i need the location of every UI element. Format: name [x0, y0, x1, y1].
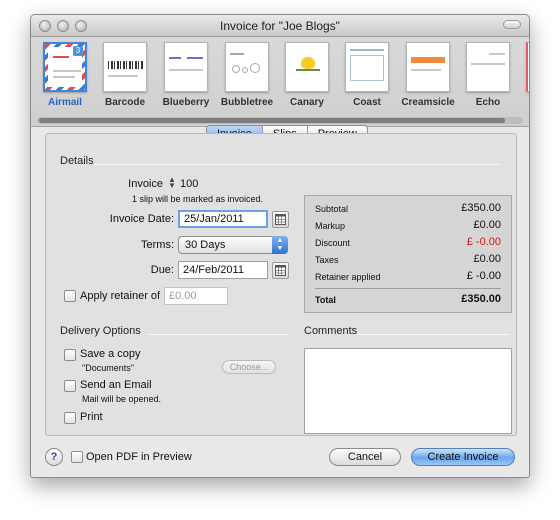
invoice-window: Invoice for "Joe Blogs" 3 Airmail Barcod… [30, 14, 530, 478]
template-blueberry[interactable]: Blueberry [156, 42, 216, 110]
creamsicle-thumbnail [406, 42, 450, 92]
summary-row-subtotal: Subtotal £350.00 [315, 202, 501, 218]
due-date-calendar-button[interactable] [272, 262, 289, 279]
create-invoice-button[interactable]: Create Invoice [411, 448, 515, 466]
coast-thumbnail [345, 42, 389, 92]
echo-thumbnail [466, 42, 510, 92]
invoice-number: 100 [180, 178, 199, 190]
print-checkbox[interactable] [64, 412, 76, 424]
details-heading: Details [60, 155, 94, 167]
template-name: Bubbletree [220, 97, 274, 108]
template-barcode[interactable]: Barcode [95, 42, 155, 110]
blueberry-thumbnail [164, 42, 208, 92]
invoice-label: Invoice [128, 178, 163, 190]
summary-divider [315, 288, 501, 289]
minimize-window-button[interactable] [57, 20, 69, 32]
open-pdf-label: Open PDF in Preview [86, 451, 192, 463]
bubbletree-thumbnail [225, 42, 269, 92]
summary-label: Discount [315, 238, 351, 248]
calendar-icon [275, 214, 286, 225]
total-value: £350.00 [461, 293, 501, 305]
delivery-divider [148, 334, 288, 335]
due-date-field[interactable]: 24/Feb/2011 [178, 261, 268, 279]
slip-note: 1 slip will be marked as invoiced. [132, 194, 264, 204]
summary-row-total: Total £350.00 [315, 293, 501, 309]
template-name: Blueberry [162, 97, 210, 108]
template-coast[interactable]: Coast [337, 42, 397, 110]
summary-value: £ -0.00 [466, 236, 501, 248]
print-label: Print [80, 411, 103, 423]
summary-value: £0.00 [473, 219, 501, 231]
send-email-note: Mail will be opened. [82, 394, 162, 404]
chevron-updown-icon: ▲ ▼ [272, 236, 288, 254]
close-window-button[interactable] [39, 20, 51, 32]
comments-textarea[interactable] [304, 348, 512, 434]
template-bubbletree[interactable]: Bubbletree [217, 42, 277, 110]
summary-row-retainer: Retainer applied £ -0.00 [315, 270, 501, 286]
summary-row-markup: Markup £0.00 [315, 219, 501, 235]
invoice-date-label: Invoice Date: [109, 213, 174, 225]
template-name: Creamsicle [401, 97, 455, 108]
toolbar-toggle-button[interactable] [503, 20, 521, 29]
summary-value: £ -0.00 [466, 270, 501, 282]
template-name: Coast [353, 97, 381, 108]
comments-heading: Comments [304, 325, 358, 337]
template-name: Airmail [48, 97, 82, 108]
due-label: Due: [150, 264, 174, 276]
help-button[interactable]: ? [45, 448, 63, 466]
terms-value: 30 Days [185, 239, 226, 251]
send-email-label: Send an Email [80, 379, 152, 391]
summary-label: Subtotal [315, 204, 349, 214]
summary-label: Retainer applied [315, 272, 381, 282]
delivery-options-heading: Delivery Options [60, 325, 141, 337]
invoice-date-field[interactable]: 25/Jan/2011 [178, 210, 268, 228]
invoice-date-calendar-button[interactable] [272, 211, 289, 228]
open-pdf-checkbox[interactable] [71, 451, 83, 463]
total-label: Total [315, 295, 336, 305]
apply-retainer-label: Apply retainer of [80, 290, 161, 302]
window-title: Invoice for "Joe Blogs" [220, 19, 340, 33]
comments-divider [358, 334, 510, 335]
retainer-amount-field[interactable]: £0.00 [164, 287, 228, 305]
invoice-number-stepper[interactable]: ▲ ▼ [168, 176, 176, 190]
canary-thumbnail [285, 42, 329, 92]
template-partial[interactable] [518, 42, 529, 110]
apply-retainer-checkbox[interactable] [64, 290, 76, 302]
summary-value: £0.00 [473, 253, 501, 265]
totals-summary: Subtotal £350.00 Markup £0.00 Discount £… [304, 195, 512, 313]
template-canary[interactable]: Canary [277, 42, 337, 110]
template-name: Canary [290, 97, 324, 108]
airmail-thumbnail: 3 [43, 42, 87, 92]
summary-row-taxes: Taxes £0.00 [315, 253, 501, 269]
summary-row-discount: Discount £ -0.00 [315, 236, 501, 252]
zoom-window-button[interactable] [75, 20, 87, 32]
terms-label: Terms: [141, 239, 174, 251]
title-bar: Invoice for "Joe Blogs" [31, 15, 529, 37]
summary-label: Markup [315, 221, 346, 231]
template-count-badge: 3 [73, 46, 83, 56]
choose-folder-button[interactable]: Choose... [222, 360, 276, 374]
template-name: Echo [475, 97, 501, 108]
barcode-thumbnail [103, 42, 147, 92]
save-copy-checkbox[interactable] [64, 349, 76, 361]
invoice-panel: Details Invoice ▲ ▼ 100 1 slip will be ma… [45, 133, 517, 436]
summary-value: £350.00 [461, 202, 501, 214]
calendar-icon [275, 265, 286, 276]
send-email-checkbox[interactable] [64, 380, 76, 392]
save-copy-label: Save a copy [80, 348, 141, 360]
template-creamsicle[interactable]: Creamsicle [398, 42, 458, 110]
cancel-button[interactable]: Cancel [329, 448, 401, 466]
summary-label: Taxes [315, 255, 339, 265]
scrollbar-thumb[interactable] [39, 118, 505, 123]
save-copy-location: "Documents" [82, 363, 134, 373]
template-echo[interactable]: Echo [458, 42, 518, 110]
template-airmail[interactable]: 3 Airmail [35, 42, 95, 110]
template-scrollbar[interactable] [37, 117, 523, 124]
terms-select[interactable]: 30 Days ▲ ▼ [178, 236, 288, 254]
details-divider [94, 164, 500, 165]
template-name: Barcode [104, 97, 145, 108]
template-strip: 3 Airmail Barcode Blueberry Bubbletree C… [31, 37, 529, 127]
